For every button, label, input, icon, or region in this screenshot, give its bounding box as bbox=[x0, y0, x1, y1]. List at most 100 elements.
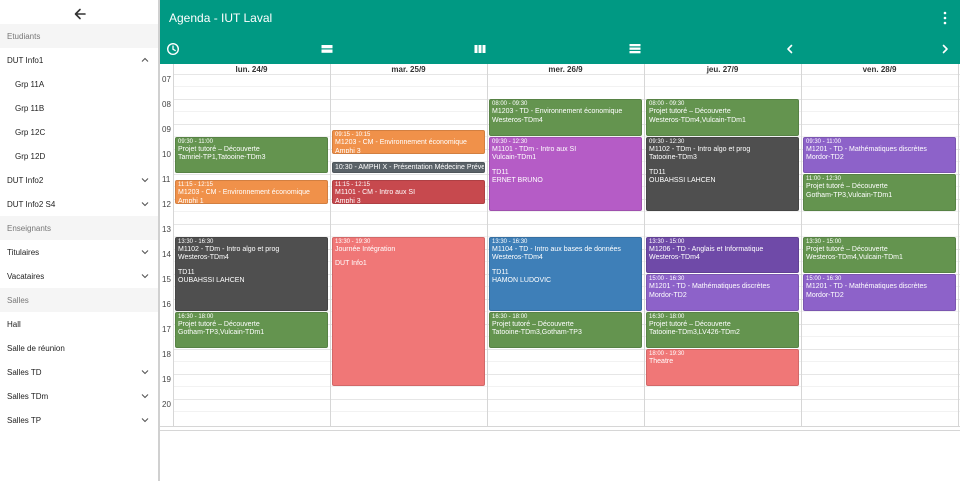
calendar-event[interactable]: 09:30 - 12:30 M1101 - TDm - Intro aux SI V… bbox=[489, 136, 642, 211]
event-time: 16:30 - 18:00 bbox=[649, 313, 685, 320]
event-time: 16:30 - 18:00 bbox=[178, 313, 214, 320]
chevron-down-icon bbox=[141, 250, 149, 255]
sidebar-item-salles-tp[interactable]: Salles TP bbox=[0, 408, 158, 432]
calendar-event[interactable]: 16:30 - 18:00 Projet tutoré – Découverte G… bbox=[175, 311, 328, 348]
calendar-event[interactable]: 13:30 - 16:30 M1102 - TDm - Intro algo et… bbox=[175, 236, 328, 311]
sidebar-item-titulaires[interactable]: Titulaires bbox=[0, 240, 158, 264]
calendar-event[interactable]: 09:30 - 11:00 Projet tutoré – Découverte T… bbox=[175, 136, 328, 173]
calendar-event[interactable]: 11:15 - 12:15 M1101 - CM - Intro aux SI Am… bbox=[332, 180, 485, 205]
view-week-icon[interactable] bbox=[473, 42, 487, 56]
calendar-event[interactable]: 15:00 - 16:30 M1201 - TD - Mathématiques … bbox=[803, 274, 956, 311]
event-text: Gotham-TP3,Vulcain-TDm1 bbox=[806, 191, 893, 199]
calendar-event[interactable]: 08:00 - 09:30 M1203 - TD - Environnement … bbox=[489, 99, 642, 136]
event-time: 15:00 - 16:30 bbox=[806, 276, 842, 282]
calendar-event[interactable]: 13:30 - 15:00 M1206 - TD - Anglais et Inf… bbox=[646, 236, 799, 273]
event-time: 08:00 - 09:30 bbox=[492, 101, 528, 107]
page-title: Agenda - IUT Laval bbox=[169, 11, 273, 25]
sidebar-item-label: Salles TD bbox=[7, 368, 42, 377]
calendar-event[interactable]: 16:30 - 18:00 Projet tutoré – Découverte T… bbox=[646, 311, 799, 348]
day-header[interactable]: mer. 26/9 bbox=[487, 65, 644, 75]
sidebar-item-label: Enseignants bbox=[7, 224, 52, 233]
hour-gridline bbox=[173, 399, 960, 400]
event-text: M1201 - TD - Mathématiques discrètes bbox=[806, 283, 927, 290]
more-vert-icon[interactable] bbox=[943, 11, 947, 25]
sidebar-item-grp-12c[interactable]: Grp 12C bbox=[0, 120, 158, 144]
sidebar-item-label: Salles TDm bbox=[7, 392, 49, 401]
event-text: M1104 - TD - Intro aux bases de données bbox=[492, 245, 621, 253]
chevron-left-icon[interactable] bbox=[783, 42, 797, 56]
day-header[interactable]: jeu. 27/9 bbox=[644, 65, 801, 75]
chevron-right-icon[interactable] bbox=[938, 42, 952, 56]
calendar-event[interactable]: 15:00 - 16:30 M1201 - TD - Mathématiques … bbox=[646, 274, 799, 311]
calendar-event[interactable]: 11:00 - 12:30 Projet tutoré – Découverte G… bbox=[803, 174, 956, 211]
sidebar-item-label: Salles TP bbox=[7, 416, 42, 425]
sidebar-section-enseignants: Enseignants bbox=[0, 216, 158, 240]
calendar-event[interactable]: 10:30 - AMPHI X - Présentation Médecine … bbox=[332, 161, 485, 173]
sidebar-item-dut-info2[interactable]: DUT Info2 bbox=[0, 168, 158, 192]
sidebar-item-grp-11b[interactable]: Grp 11B bbox=[0, 96, 158, 120]
event-text: M1203 - TD - Environnement économique bbox=[492, 108, 623, 115]
hour-label: 19 bbox=[162, 375, 171, 384]
day-column-divider bbox=[644, 64, 645, 426]
day-header[interactable]: lun. 24/9 bbox=[173, 65, 330, 75]
calendar-event[interactable]: 09:15 - 10:15 M1203 - CM - Environnement … bbox=[332, 130, 485, 155]
calendar-event[interactable]: 13:30 - 19:30 Journée Intégration DUT Info… bbox=[332, 236, 485, 386]
hour-gridline bbox=[173, 224, 960, 225]
sidebar-item-dut-info1[interactable]: DUT Info1 bbox=[0, 48, 158, 72]
hour-label: 07 bbox=[162, 75, 171, 84]
event-text: Mordor-TD2 bbox=[649, 291, 687, 299]
sidebar-item-dut-info2-s4[interactable]: DUT Info2 S4 bbox=[0, 192, 158, 216]
event-text: OUBAHSSI LAHCEN bbox=[178, 277, 245, 284]
sidebar-item-salle-de-r-union[interactable]: Salle de réunion bbox=[0, 336, 158, 360]
sidebar-item-salles-td[interactable]: Salles TD bbox=[0, 360, 158, 384]
chevron-up-icon bbox=[141, 57, 149, 62]
clock-icon[interactable] bbox=[166, 42, 180, 56]
calendar-event[interactable]: 11:15 - 12:15 M1203 - CM - Environnement … bbox=[175, 180, 328, 205]
hour-label: 10 bbox=[162, 150, 171, 159]
calendar-event[interactable]: 13:30 - 15:00 Projet tutoré – Découverte W… bbox=[803, 236, 956, 273]
event-text: Projet tutoré – Découverte bbox=[178, 145, 260, 153]
event-text: Gotham-TP3,Vulcain-TDm1 bbox=[178, 329, 265, 336]
calendar-event[interactable]: 09:30 - 11:00 M1201 - TD - Mathématiques … bbox=[803, 136, 956, 173]
event-text: Westeros-TDm4,Vulcain-TDm1 bbox=[649, 116, 746, 124]
arrow-back-icon[interactable] bbox=[72, 6, 88, 22]
sidebar-item-salles-tdm[interactable]: Salles TDm bbox=[0, 384, 158, 408]
event-text: M1206 - TD - Anglais et Informatique bbox=[649, 245, 764, 253]
sidebar-item-grp-12d[interactable]: Grp 12D bbox=[0, 144, 158, 168]
event-text: Mordor-TD2 bbox=[806, 291, 844, 299]
calendar-event[interactable]: 18:00 - 19:30 Theatre bbox=[646, 349, 799, 386]
half-hour-gridline bbox=[173, 211, 960, 212]
hour-gridline bbox=[173, 374, 960, 375]
sidebar-item-label: Etudiants bbox=[7, 32, 41, 41]
event-time: 11:15 - 12:15 bbox=[178, 182, 213, 189]
grid-bottom-border bbox=[160, 426, 960, 427]
event-text: Westeros-TDm4,Vulcain-TDm1 bbox=[806, 254, 903, 261]
calendar-event[interactable]: 16:30 - 18:00 Projet tutoré – Découverte T… bbox=[489, 311, 642, 348]
calendar-event[interactable]: 13:30 - 16:30 M1104 - TD - Intro aux base… bbox=[489, 236, 642, 311]
event-text: Projet tutoré – Découverte bbox=[806, 245, 888, 253]
day-header[interactable]: ven. 28/9 bbox=[801, 65, 958, 75]
week-calendar: 07 08 09 10 11 12 13 14 15 16 17 18 19 20 lun. 24/9 mar… bbox=[160, 64, 960, 481]
calendar-event[interactable]: 09:30 - 12:30 M1102 - TDm - Intro algo et… bbox=[646, 136, 799, 211]
event-text: Tatooine-TDm3,LV426-TDm2 bbox=[649, 329, 740, 336]
chevron-down-icon bbox=[141, 394, 149, 399]
hour-label: 18 bbox=[162, 350, 171, 359]
day-column-divider bbox=[958, 64, 959, 426]
calendar-event[interactable]: 08:00 - 09:30 Projet tutoré – Découverte W… bbox=[646, 99, 799, 136]
event-text: M1203 - CM - Environnement économique bbox=[178, 189, 310, 197]
event-time: 13:30 - 16:30 bbox=[492, 238, 528, 245]
sidebar-item-label: Grp 12D bbox=[15, 152, 46, 161]
sidebar-item-vacataires[interactable]: Vacataires bbox=[0, 264, 158, 288]
sidebar-item-label: DUT Info2 S4 bbox=[7, 200, 56, 209]
day-header[interactable]: mar. 25/9 bbox=[330, 65, 487, 75]
view-agenda-icon[interactable] bbox=[628, 42, 642, 56]
event-text: 10:30 - AMPHI X - Présentation Médecine … bbox=[335, 163, 485, 171]
sidebar-section-salles: Salles bbox=[0, 288, 158, 312]
day-column-divider bbox=[173, 64, 174, 426]
event-text: Amphi 1 bbox=[178, 197, 204, 205]
sidebar-item-hall[interactable]: Hall bbox=[0, 312, 158, 336]
sidebar-item-label: Hall bbox=[7, 320, 21, 329]
view-day-icon[interactable] bbox=[320, 42, 334, 56]
sidebar-item-grp-11a[interactable]: Grp 11A bbox=[0, 72, 158, 96]
sidebar-item-label: Vacataires bbox=[7, 272, 45, 281]
